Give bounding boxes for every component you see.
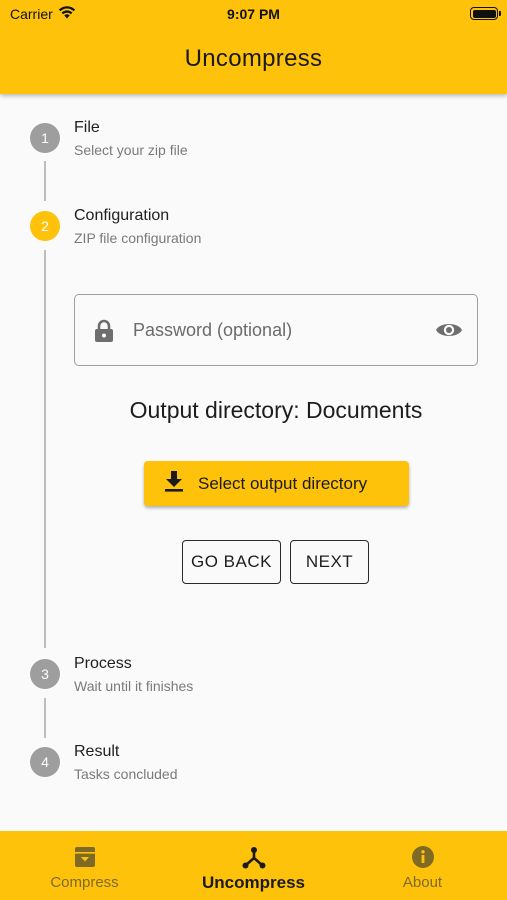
step-4-subtitle: Tasks concluded xyxy=(74,766,178,782)
step-2-indicator[interactable]: 2 xyxy=(30,211,60,241)
output-directory-label: Output directory: Documents xyxy=(129,397,423,423)
step-number: 3 xyxy=(41,666,49,682)
step-1-indicator[interactable]: 1 xyxy=(30,123,60,153)
step-1-subtitle: Select your zip file xyxy=(74,142,188,158)
step-3-subtitle: Wait until it finishes xyxy=(74,678,194,694)
step-4-indicator[interactable]: 4 xyxy=(30,747,60,777)
nav-compress[interactable]: Compress xyxy=(0,831,169,900)
status-time: 9:07 PM xyxy=(227,6,280,22)
nav-label: Compress xyxy=(50,874,119,891)
nav-uncompress[interactable]: Uncompress xyxy=(169,831,338,900)
app-screen: Carrier 9:07 PM Uncompress 1 File Select… xyxy=(0,0,507,900)
step-connector xyxy=(44,250,46,648)
step-2-title[interactable]: Configuration xyxy=(74,207,169,225)
next-button[interactable]: NEXT xyxy=(290,540,369,584)
password-input[interactable] xyxy=(133,315,413,345)
step-number: 4 xyxy=(41,754,49,770)
bottom-navigation: Compress Uncompress About xyxy=(0,831,507,900)
step-1-title[interactable]: File xyxy=(74,119,100,137)
nav-about[interactable]: About xyxy=(338,831,507,900)
step-number: 2 xyxy=(41,218,49,234)
go-back-button[interactable]: GO BACK xyxy=(182,540,281,584)
top-bar: Carrier 9:07 PM Uncompress xyxy=(0,0,507,94)
step-4-title[interactable]: Result xyxy=(74,743,119,761)
split-icon xyxy=(241,844,267,870)
status-bar: Carrier 9:07 PM xyxy=(0,0,507,28)
step-connector xyxy=(44,161,46,201)
eye-icon[interactable] xyxy=(435,320,463,345)
select-output-directory-button[interactable]: Select output directory xyxy=(144,461,409,506)
step-number: 1 xyxy=(41,130,49,146)
step-3-title[interactable]: Process xyxy=(74,655,132,673)
nav-label: About xyxy=(402,874,443,891)
password-field[interactable] xyxy=(74,294,478,366)
page-title: Uncompress xyxy=(184,45,323,72)
lock-icon xyxy=(93,319,115,348)
battery-icon xyxy=(470,7,501,20)
nav-label: Uncompress xyxy=(202,873,305,892)
info-icon xyxy=(411,844,435,870)
step-2-subtitle: ZIP file configuration xyxy=(74,230,202,246)
archive-icon xyxy=(73,844,97,870)
step-3-indicator[interactable]: 3 xyxy=(30,659,60,689)
step-connector xyxy=(44,698,46,738)
download-icon xyxy=(164,470,184,497)
select-button-label: Select output directory xyxy=(198,473,368,493)
